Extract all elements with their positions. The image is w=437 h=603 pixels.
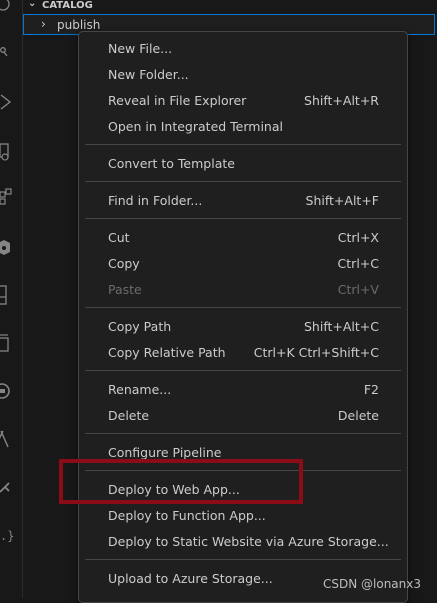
- menu-item-shortcut: Shift+Alt+F: [305, 193, 379, 208]
- chevron-right-icon: ›: [41, 17, 46, 31]
- github-icon[interactable]: [0, 381, 14, 401]
- containers-icon[interactable]: [0, 333, 14, 353]
- menu-separator: [85, 181, 401, 182]
- kubernetes-icon[interactable]: [0, 238, 14, 258]
- menu-item-shortcut: Ctrl+C: [337, 256, 379, 271]
- menu-item-label: Copy Path: [108, 319, 172, 334]
- chevron-down-icon: ⌄: [28, 0, 37, 9]
- menu-item-new-folder[interactable]: New Folder...: [79, 63, 407, 87]
- menu-item-label: Reveal in File Explorer: [108, 93, 247, 108]
- menu-separator: [85, 370, 401, 371]
- menu-item-reveal-in-file-explorer[interactable]: Reveal in File Explorer Shift+Alt+R: [79, 89, 407, 113]
- menu-item-shortcut: Shift+Alt+R: [304, 93, 379, 108]
- menu-item-label: Find in Folder...: [108, 193, 203, 208]
- menu-item-label: Delete: [108, 408, 150, 423]
- menu-item-deploy-to-static-website[interactable]: Deploy to Static Website via Azure Stora…: [79, 530, 407, 554]
- menu-item-label: Cut: [108, 230, 130, 245]
- extensions-icon[interactable]: [0, 188, 14, 208]
- menu-item-copy-path[interactable]: Copy Path Shift+Alt+C: [79, 315, 407, 339]
- menu-item-shortcut: Ctrl+K Ctrl+Shift+C: [253, 345, 379, 360]
- menu-item-label: Open in Integrated Terminal: [108, 119, 283, 134]
- catalog-section-header[interactable]: ⌄ CATALOG: [23, 0, 437, 12]
- menu-item-label: Deploy to Static Website via Azure Stora…: [108, 534, 389, 549]
- menu-item-deploy-to-function-app[interactable]: Deploy to Function App...: [79, 504, 407, 528]
- menu-item-label: Paste: [108, 282, 142, 297]
- menu-item-label: Copy Relative Path: [108, 345, 226, 360]
- section-title: CATALOG: [42, 0, 93, 11]
- menu-item-cut[interactable]: Cut Ctrl+X: [79, 226, 407, 250]
- menu-item-label: Upload to Azure Storage...: [108, 571, 273, 586]
- menu-item-label: Convert to Template: [108, 156, 235, 171]
- menu-item-find-in-folder[interactable]: Find in Folder... Shift+Alt+F: [79, 189, 407, 213]
- highlight-annotation-box: [59, 459, 303, 504]
- activity-bar: .}: [0, 0, 23, 598]
- run-debug-icon[interactable]: [0, 92, 14, 112]
- menu-item-rename[interactable]: Rename... F2: [79, 378, 407, 402]
- azure-icon[interactable]: [0, 429, 14, 449]
- menu-item-open-in-terminal[interactable]: Open in Integrated Terminal: [79, 115, 407, 139]
- watermark: CSDN @lonanx3: [322, 577, 421, 591]
- menu-separator: [85, 559, 401, 560]
- menu-separator: [85, 433, 401, 434]
- menu-item-new-file[interactable]: New File...: [79, 37, 407, 61]
- folder-label: publish: [57, 18, 101, 32]
- remote-explorer-icon[interactable]: [0, 142, 14, 162]
- menu-item-shortcut: F2: [363, 382, 379, 397]
- menu-separator: [85, 218, 401, 219]
- menu-item-convert-to-template[interactable]: Convert to Template: [79, 152, 407, 176]
- bookmarks-icon[interactable]: [0, 285, 14, 305]
- menu-item-shortcut: Ctrl+X: [337, 230, 379, 245]
- context-menu: New File... New Folder... Reveal in File…: [78, 31, 408, 603]
- menu-item-paste: Paste Ctrl+V: [79, 278, 407, 302]
- accounts-icon[interactable]: [0, 0, 14, 14]
- svg-text:.}: .}: [0, 529, 14, 543]
- menu-item-copy-relative-path[interactable]: Copy Relative Path Ctrl+K Ctrl+Shift+C: [79, 341, 407, 365]
- menu-item-label: Rename...: [108, 382, 172, 397]
- menu-item-label: New File...: [108, 41, 173, 56]
- source-control-icon[interactable]: [0, 42, 14, 62]
- menu-item-label: New Folder...: [108, 67, 189, 82]
- menu-item-shortcut: Delete: [337, 408, 379, 423]
- menu-item-shortcut: Shift+Alt+C: [303, 319, 379, 334]
- menu-item-label: Copy: [108, 256, 140, 271]
- gitlens-icon[interactable]: [0, 478, 14, 498]
- menu-item-copy[interactable]: Copy Ctrl+C: [79, 252, 407, 276]
- menu-item-shortcut: Ctrl+V: [337, 282, 379, 297]
- json-icon[interactable]: .}: [0, 525, 14, 545]
- menu-item-delete[interactable]: Delete Delete: [79, 404, 407, 428]
- menu-separator: [85, 144, 401, 145]
- menu-item-label: Deploy to Function App...: [108, 508, 266, 523]
- menu-separator: [85, 307, 401, 308]
